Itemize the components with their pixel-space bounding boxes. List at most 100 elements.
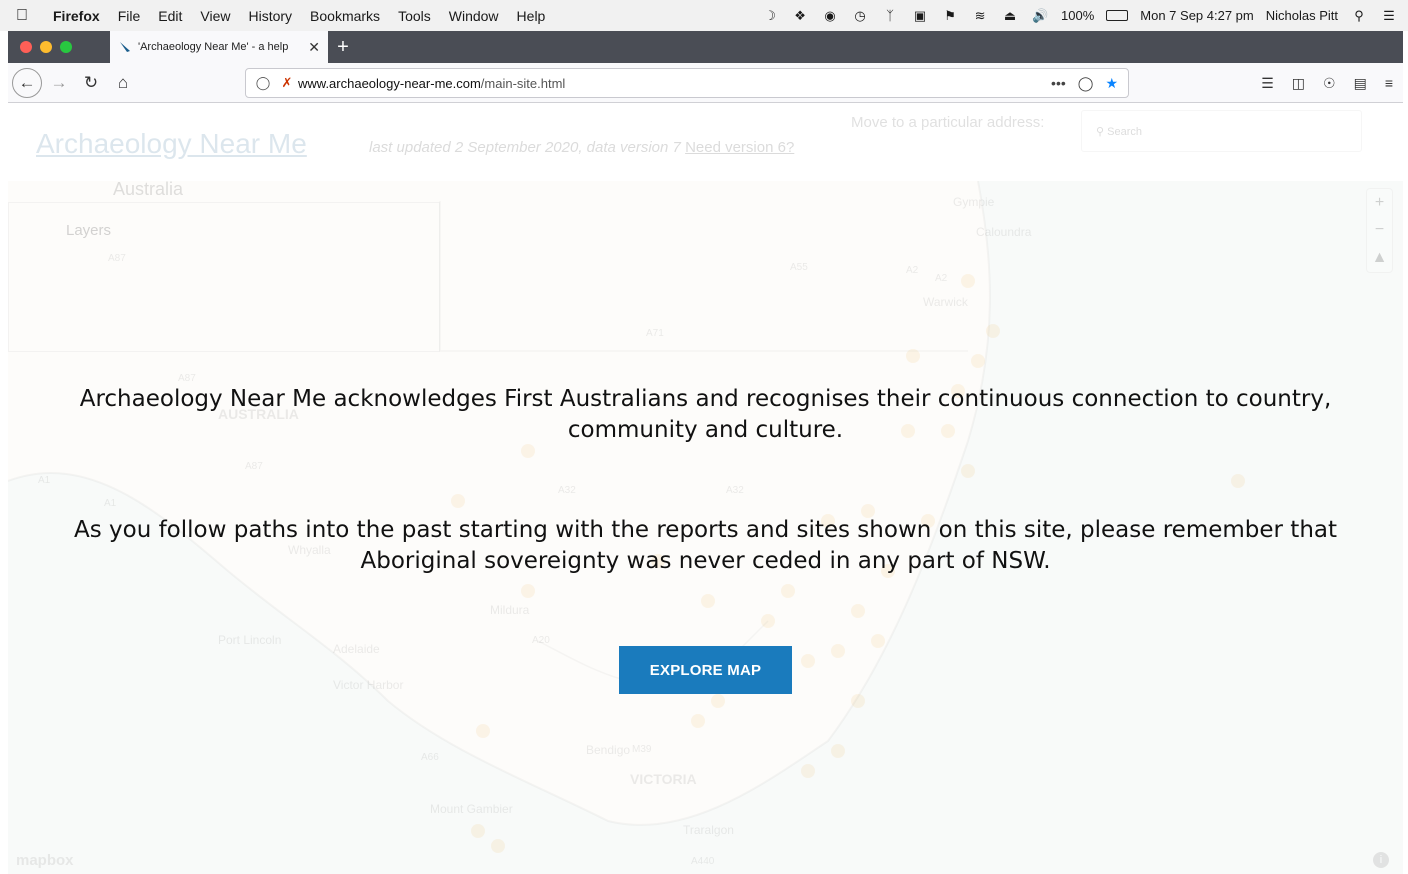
compass-icon[interactable]: ▲	[1372, 249, 1388, 267]
map-road-label: M39	[632, 744, 652, 755]
menu-edit[interactable]: Edit	[149, 8, 191, 24]
url-bar[interactable]: ◯ ✗ www.archaeology-near-me.com/main-sit…	[245, 68, 1129, 98]
map-road-label: A440	[691, 856, 715, 867]
map-road-label: A71	[646, 328, 664, 339]
map-place-label: Bendigo	[586, 743, 630, 757]
map-road-label: A2	[906, 265, 919, 276]
menu-file[interactable]: File	[109, 8, 150, 24]
sidebar-icon[interactable]: ◫	[1292, 75, 1305, 92]
site-title-link[interactable]: Archaeology Near Me	[36, 128, 307, 160]
page-actions-icon[interactable]: •••	[1051, 75, 1066, 92]
nav-bar: ← → ↻ ⌂ ◯ ✗ www.archaeology-near-me.com/…	[8, 63, 1403, 103]
zoom-out-icon[interactable]: −	[1375, 221, 1384, 239]
insecure-lock-icon[interactable]: ✗	[276, 75, 298, 91]
tab-title: 'Archaeology Near Me' - a help	[138, 41, 289, 53]
move-to-address-label: Move to a particular address:	[851, 114, 1045, 131]
time-machine-icon[interactable]: ◷	[851, 8, 869, 23]
mac-menubar:  Firefox File Edit View History Bookmar…	[0, 0, 1408, 31]
new-tab-button[interactable]: +	[328, 36, 358, 59]
flag-icon[interactable]: ⚑	[941, 8, 959, 23]
page-content: Gympie Caloundra Warwick Whyalla Port Lincol…	[8, 104, 1403, 874]
close-window-button[interactable]	[20, 41, 32, 53]
forward-button[interactable]: →	[44, 68, 74, 98]
menu-window[interactable]: Window	[440, 8, 508, 24]
tracking-shield-icon[interactable]: ◯	[250, 75, 276, 91]
bookmark-star-icon[interactable]: ★	[1105, 75, 1118, 92]
notification-center-icon[interactable]: ☰	[1380, 8, 1398, 23]
moon-icon[interactable]: ☽	[761, 8, 779, 23]
map-place-label: Gympie	[953, 195, 995, 209]
map-place-label: Caloundra	[976, 225, 1032, 239]
library-icon[interactable]: ☰	[1261, 75, 1274, 92]
need-version-link[interactable]: Need version 6?	[685, 139, 794, 156]
menu-app-name[interactable]: Firefox	[44, 8, 109, 24]
volume-icon[interactable]: 🔊	[1031, 8, 1049, 23]
map-road-label: A87	[178, 373, 196, 384]
url-text[interactable]: www.archaeology-near-me.com/main-site.ht…	[298, 76, 1051, 91]
menu-help[interactable]: Help	[508, 8, 555, 24]
map-place-label: Traralgon	[683, 823, 734, 837]
map-state-label: VICTORIA	[630, 771, 697, 787]
layers-label[interactable]: Layers	[66, 222, 111, 239]
explore-map-button[interactable]: EXPLORE MAP	[619, 646, 792, 694]
minimize-window-button[interactable]	[40, 41, 52, 53]
map-road-label: A1	[38, 475, 51, 486]
window-controls	[8, 41, 110, 53]
map-place-label: Warwick	[923, 295, 969, 309]
dropbox-icon[interactable]: ❖	[791, 8, 809, 23]
updated-info: last updated 2 September 2020, data vers…	[369, 139, 681, 156]
map-place-label: Port Lincoln	[218, 633, 281, 647]
url-domain: www.archaeology-near-me.com	[298, 75, 481, 91]
tab-bar: 'Archaeology Near Me' - a help ✕ +	[8, 31, 1403, 63]
info-icon[interactable]: i	[1373, 852, 1389, 868]
pocket-icon[interactable]: ◯	[1078, 75, 1094, 92]
creative-cloud-icon[interactable]: ◉	[821, 8, 839, 23]
hamburger-menu-icon[interactable]: ≡	[1385, 75, 1393, 91]
map-road-label: A1	[104, 498, 117, 509]
map-road-label: A32	[726, 485, 744, 496]
region-label: Australia	[113, 179, 184, 199]
search-icon: ⚲	[1096, 126, 1105, 138]
memory-icon[interactable]: ▣	[911, 8, 929, 23]
map-road-label: A87	[245, 461, 263, 472]
wifi-icon[interactable]: ≋	[971, 8, 989, 23]
menu-tools[interactable]: Tools	[389, 8, 440, 24]
menu-bookmarks[interactable]: Bookmarks	[301, 8, 389, 24]
search-placeholder: Search	[1107, 126, 1142, 138]
map-road-label: A32	[558, 485, 576, 496]
eject-icon[interactable]: ⏏	[1001, 8, 1019, 23]
acknowledgement-paragraph-2: As you follow paths into the past starti…	[73, 517, 1338, 574]
map-place-label: Mount Gambier	[430, 802, 513, 816]
clock[interactable]: Mon 7 Sep 4:27 pm	[1140, 8, 1253, 23]
reload-button[interactable]: ↻	[76, 68, 106, 98]
map-road-label: A66	[421, 752, 439, 763]
menu-view[interactable]: View	[191, 8, 239, 24]
toolbar-right: ☰ ◫ ☉ ▤ ≡	[1261, 63, 1393, 103]
battery-percent: 100%	[1061, 8, 1095, 23]
url-path: /main-site.html	[480, 75, 566, 91]
account-icon[interactable]: ☉	[1323, 75, 1336, 92]
status-area: ☽ ❖ ◉ ◷ ᛉ ▣ ⚑ ≋ ⏏ 🔊 100% Mon 7 Sep 4:27 …	[761, 0, 1398, 31]
map-place-label: Victor Harbor	[333, 678, 403, 692]
home-button[interactable]: ⌂	[108, 68, 138, 98]
back-button[interactable]: ←	[12, 67, 42, 98]
menu-history[interactable]: History	[239, 8, 301, 24]
spotlight-search-icon[interactable]: ⚲	[1350, 8, 1368, 23]
zoom-in-icon[interactable]: +	[1375, 194, 1384, 212]
battery-icon[interactable]	[1106, 10, 1129, 21]
map-place-label: Mildura	[490, 603, 530, 617]
apple-icon[interactable]: 	[0, 7, 44, 25]
map-place-label: Adelaide	[333, 642, 380, 656]
map-zoom-controls: + − ▲	[1366, 188, 1393, 273]
map-road-label: A2	[935, 273, 948, 284]
close-tab-icon[interactable]: ✕	[308, 39, 320, 56]
map-road-label: A55	[790, 262, 808, 273]
reader-view-icon[interactable]: ▤	[1354, 75, 1367, 92]
address-search-input[interactable]: ⚲ Search	[1081, 110, 1362, 152]
mapbox-logo[interactable]: mapbox	[16, 852, 74, 869]
tab-active[interactable]: 'Archaeology Near Me' - a help ✕	[110, 31, 328, 63]
zoom-window-button[interactable]	[60, 41, 72, 53]
user-name[interactable]: Nicholas Pitt	[1266, 8, 1338, 23]
bluetooth-icon[interactable]: ᛉ	[881, 8, 899, 23]
trowel-favicon-icon	[120, 42, 130, 52]
